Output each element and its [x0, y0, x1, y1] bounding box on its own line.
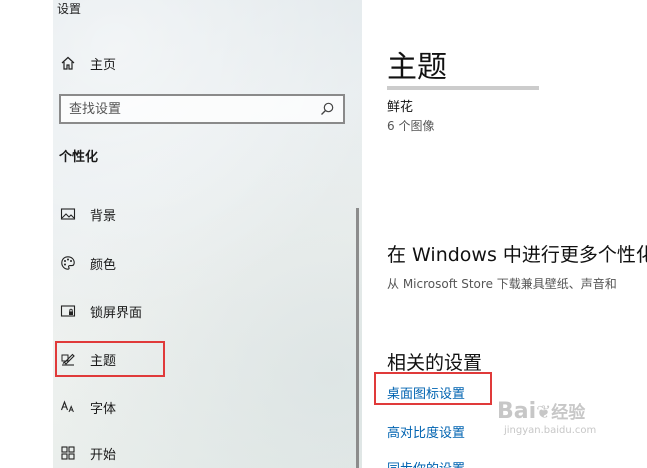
sidebar-item-colors[interactable]: 颜色 — [59, 248, 299, 278]
settings-sidebar: 设置 主页 个性化 背景 颜色 锁屏界面 主题 — [53, 0, 362, 468]
current-theme-image-count: 6 个图像 — [387, 119, 435, 133]
sidebar-item-label: 颜色 — [90, 257, 117, 273]
theme-preview-strip[interactable] — [387, 86, 539, 90]
related-settings-title: 相关的设置 — [387, 352, 483, 374]
watermark-url: jingyan.baidu.com — [504, 425, 597, 436]
current-theme-name: 鲜花 — [387, 100, 414, 115]
sidebar-item-label: 锁屏界面 — [90, 305, 143, 321]
sidebar-item-label: 主题 — [90, 353, 117, 369]
sidebar-item-lock-screen[interactable]: 锁屏界面 — [59, 296, 299, 326]
sidebar-item-background[interactable]: 背景 — [59, 199, 299, 229]
window-title: 设置 — [57, 2, 82, 16]
brush-icon — [59, 350, 77, 368]
search-box[interactable] — [59, 94, 345, 124]
search-input[interactable] — [61, 100, 311, 118]
sidebar-item-label: 开始 — [90, 447, 117, 463]
more-personalization-title: 在 Windows 中进行更多个性化 — [387, 244, 647, 266]
sidebar-item-home[interactable]: 主页 — [59, 48, 299, 78]
sidebar-item-label: 背景 — [90, 208, 117, 224]
palette-icon — [59, 254, 77, 272]
start-icon — [59, 444, 77, 462]
sidebar-item-label: 字体 — [90, 401, 117, 417]
main-panel: 主题 鲜花 6 个图像 在 Windows 中进行更多个性化 从 Microso… — [362, 0, 647, 468]
font-icon — [59, 398, 77, 416]
desktop-icon-settings-link[interactable]: 桌面图标设置 — [387, 383, 465, 402]
search-icon[interactable] — [319, 101, 335, 121]
left-margin — [0, 0, 53, 468]
sidebar-item-label: 主页 — [90, 57, 117, 73]
paw-logo-icon: ❦ — [536, 402, 552, 423]
sidebar-item-themes[interactable]: 主题 — [59, 344, 299, 374]
sync-settings-link[interactable]: 同步你的设置 — [387, 458, 465, 468]
sidebar-item-start[interactable]: 开始 — [59, 438, 299, 468]
section-title: 个性化 — [59, 150, 99, 165]
lock-screen-icon — [59, 302, 77, 320]
sidebar-item-fonts[interactable]: 字体 — [59, 392, 299, 422]
page-title: 主题 — [387, 50, 447, 85]
watermark-brand: Bai❦经验 — [497, 399, 586, 424]
picture-icon — [59, 205, 77, 223]
more-personalization-description: 从 Microsoft Store 下载兼具壁纸、声音和 — [387, 277, 617, 291]
high-contrast-settings-link[interactable]: 高对比度设置 — [387, 422, 465, 441]
sidebar-scrollbar[interactable] — [356, 208, 359, 468]
home-icon — [59, 54, 77, 72]
